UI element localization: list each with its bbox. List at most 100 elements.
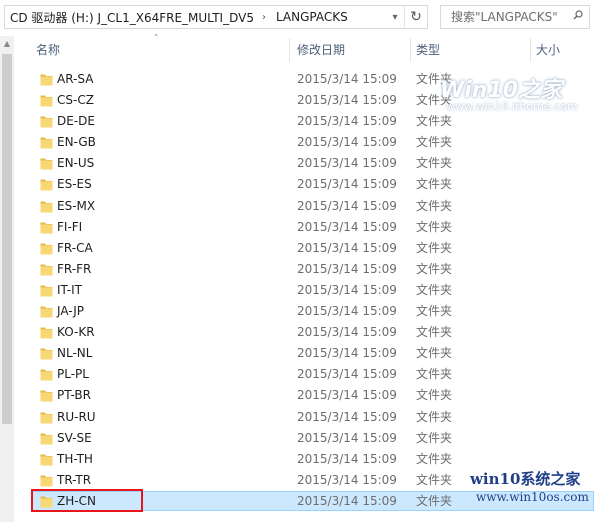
- breadcrumb-langpacks[interactable]: LANGPACKS: [271, 10, 351, 24]
- file-row[interactable]: FR-CA 2015/3/14 15:09 文件夹: [14, 238, 594, 259]
- watermark-title: win10系统之家: [470, 470, 581, 488]
- file-name[interactable]: KO-KR: [57, 322, 95, 343]
- file-type: 文件夹: [416, 493, 453, 508]
- chevron-down-icon[interactable]: ▾: [387, 6, 403, 28]
- folder-icon: [40, 201, 53, 213]
- file-type: 文件夹: [416, 240, 453, 255]
- file-name[interactable]: PT-BR: [57, 385, 91, 406]
- file-name[interactable]: FI-FI: [57, 217, 82, 238]
- file-row[interactable]: RU-RU 2015/3/14 15:09 文件夹: [14, 407, 594, 428]
- breadcrumb-drive[interactable]: CD 驱动器 (H:) J_CL1_X64FRE_MULTI_DV5: [5, 9, 257, 26]
- file-row[interactable]: ES-MX 2015/3/14 15:09 文件夹: [14, 196, 594, 217]
- file-date: 2015/3/14 15:09: [297, 135, 397, 150]
- folder-icon: [40, 390, 53, 402]
- address-bar[interactable]: CD 驱动器 (H:) J_CL1_X64FRE_MULTI_DV5 › LAN…: [4, 5, 428, 29]
- column-divider[interactable]: [410, 38, 411, 62]
- folder-icon: [40, 243, 53, 255]
- column-header-type[interactable]: 类型: [416, 36, 440, 64]
- file-type: 文件夹: [416, 282, 453, 297]
- folder-icon: [40, 454, 53, 466]
- folder-icon: [40, 348, 53, 360]
- file-name[interactable]: CS-CZ: [57, 90, 94, 111]
- file-row[interactable]: SV-SE 2015/3/14 15:09 文件夹: [14, 428, 594, 449]
- folder-icon: [40, 306, 53, 318]
- scroll-up-icon[interactable]: ▲: [0, 36, 14, 52]
- highlight-annotation: [31, 489, 143, 512]
- file-name[interactable]: RU-RU: [57, 407, 96, 428]
- file-row[interactable]: EN-US 2015/3/14 15:09 文件夹: [14, 153, 594, 174]
- column-header-size[interactable]: 大小: [536, 36, 560, 64]
- file-date: 2015/3/14 15:09: [297, 451, 397, 466]
- file-name[interactable]: FR-FR: [57, 259, 91, 280]
- search-input[interactable]: [451, 10, 571, 24]
- file-date: 2015/3/14 15:09: [297, 346, 397, 361]
- file-name[interactable]: ES-ES: [57, 174, 92, 195]
- column-header-name[interactable]: 名称: [36, 36, 60, 64]
- file-name[interactable]: AR-SA: [57, 69, 93, 90]
- file-row[interactable]: ES-ES 2015/3/14 15:09 文件夹: [14, 174, 594, 195]
- file-date: 2015/3/14 15:09: [297, 282, 397, 297]
- file-name[interactable]: TH-TH: [57, 449, 93, 470]
- refresh-icon[interactable]: ↻: [404, 6, 427, 28]
- file-row[interactable]: PT-BR 2015/3/14 15:09 文件夹: [14, 385, 594, 406]
- watermark-ithome: Win10之家 www.win10.ithome.com: [440, 72, 590, 116]
- file-date: 2015/3/14 15:09: [297, 261, 397, 276]
- file-type: 文件夹: [416, 198, 453, 213]
- file-date: 2015/3/14 15:09: [297, 72, 397, 86]
- file-name[interactable]: EN-GB: [57, 132, 96, 153]
- file-row[interactable]: EN-GB 2015/3/14 15:09 文件夹: [14, 132, 594, 153]
- column-header-row: ˄ 名称 修改日期 类型 大小: [14, 34, 594, 64]
- file-name[interactable]: NL-NL: [57, 343, 92, 364]
- file-date: 2015/3/14 15:09: [297, 472, 397, 487]
- file-name[interactable]: ES-MX: [57, 196, 95, 217]
- file-row[interactable]: PL-PL 2015/3/14 15:09 文件夹: [14, 364, 594, 385]
- folder-icon: [40, 158, 53, 170]
- file-row[interactable]: JA-JP 2015/3/14 15:09 文件夹: [14, 301, 594, 322]
- file-name[interactable]: FR-CA: [57, 238, 93, 259]
- file-name[interactable]: IT-IT: [57, 280, 82, 301]
- file-row[interactable]: FR-FR 2015/3/14 15:09 文件夹: [14, 259, 594, 280]
- file-row[interactable]: TH-TH 2015/3/14 15:09 文件夹: [14, 449, 594, 470]
- file-type: 文件夹: [416, 346, 453, 361]
- file-date: 2015/3/14 15:09: [297, 156, 397, 171]
- file-name[interactable]: TR-TR: [57, 470, 91, 491]
- file-type: 文件夹: [416, 367, 453, 382]
- file-type: 文件夹: [416, 472, 453, 487]
- file-type: 文件夹: [416, 451, 453, 466]
- folder-icon: [40, 369, 53, 381]
- file-name[interactable]: DE-DE: [57, 111, 95, 132]
- file-row[interactable]: IT-IT 2015/3/14 15:09 文件夹: [14, 280, 594, 301]
- file-row[interactable]: KO-KR 2015/3/14 15:09 文件夹: [14, 322, 594, 343]
- watermark-url: www.win10.ithome.com: [446, 100, 578, 113]
- folder-icon: [40, 95, 53, 107]
- folder-icon: [40, 433, 53, 445]
- file-name[interactable]: PL-PL: [57, 364, 89, 385]
- file-type: 文件夹: [416, 156, 453, 171]
- file-date: 2015/3/14 15:09: [297, 93, 397, 108]
- file-row[interactable]: FI-FI 2015/3/14 15:09 文件夹: [14, 217, 594, 238]
- file-row[interactable]: NL-NL 2015/3/14 15:09 文件夹: [14, 343, 594, 364]
- sort-ascending-icon: ˄: [154, 34, 159, 44]
- folder-icon: [40, 74, 53, 86]
- file-type: 文件夹: [416, 304, 453, 319]
- column-header-date[interactable]: 修改日期: [297, 36, 345, 64]
- file-date: 2015/3/14 15:09: [297, 177, 397, 192]
- search-box[interactable]: [440, 5, 590, 29]
- file-type: 文件夹: [416, 430, 453, 445]
- file-name[interactable]: SV-SE: [57, 428, 92, 449]
- file-date: 2015/3/14 15:09: [297, 219, 397, 234]
- chevron-right-icon[interactable]: ›: [257, 12, 271, 23]
- file-list: AR-SA 2015/3/14 15:09 文件夹 CS-CZ 2015/3/14 15…: [14, 69, 594, 512]
- column-divider[interactable]: [530, 38, 531, 62]
- search-icon[interactable]: [573, 10, 583, 20]
- file-date: 2015/3/14 15:09: [297, 304, 397, 319]
- file-type: 文件夹: [416, 409, 453, 424]
- file-name[interactable]: EN-US: [57, 153, 94, 174]
- file-date: 2015/3/14 15:09: [297, 430, 397, 445]
- column-divider[interactable]: [289, 38, 290, 62]
- folder-icon: [40, 264, 53, 276]
- scrollbar-thumb[interactable]: [2, 54, 12, 424]
- file-type: 文件夹: [416, 261, 453, 276]
- vertical-scrollbar[interactable]: ▲: [0, 36, 14, 522]
- file-name[interactable]: JA-JP: [57, 301, 84, 322]
